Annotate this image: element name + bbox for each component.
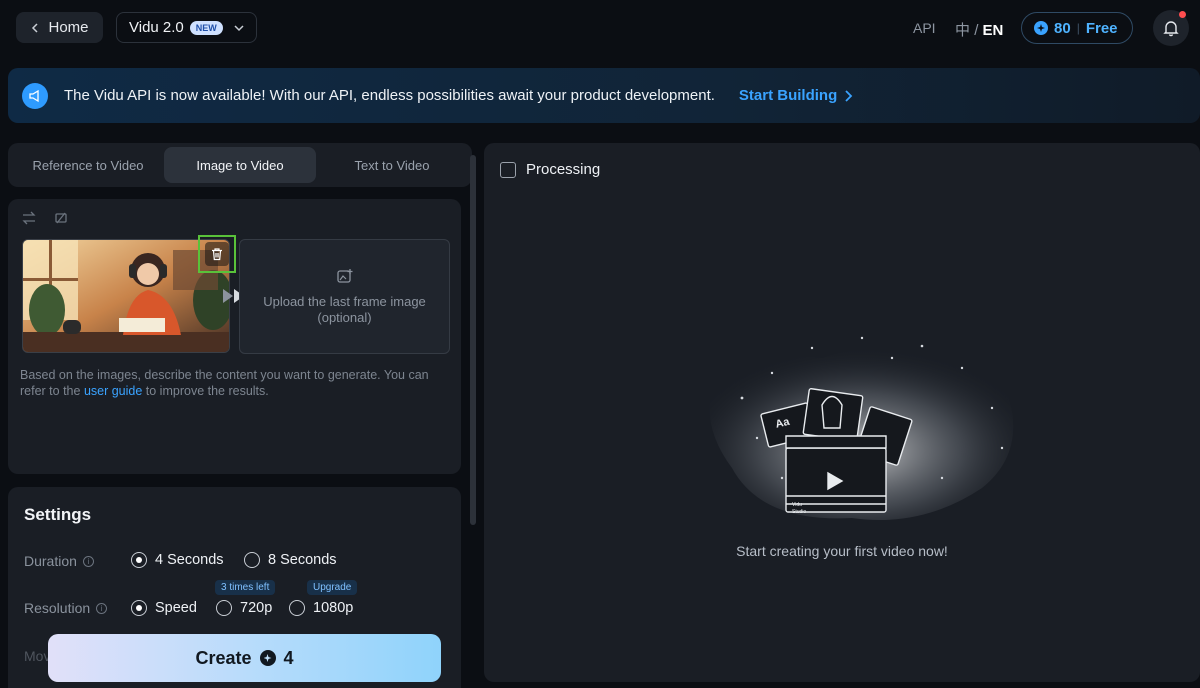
radio-selected-icon	[131, 600, 147, 616]
last-frame-line-1: Upload the last frame image	[263, 293, 426, 309]
banner-message: The Vidu API is now available! With our …	[64, 87, 715, 104]
bell-icon	[1163, 21, 1179, 37]
hint-after: to improve the results.	[142, 384, 269, 398]
movement-label: Mov	[24, 648, 51, 664]
processing-filter[interactable]: Processing	[500, 161, 600, 178]
credit-coin-icon	[1034, 21, 1048, 35]
home-button[interactable]: Home	[16, 12, 103, 43]
radio-icon	[244, 552, 260, 568]
resolution-720p-option[interactable]: 720p	[216, 600, 272, 616]
chevron-down-icon	[234, 25, 244, 32]
create-button[interactable]: Create 4	[48, 634, 441, 682]
illus-brand-line-1: Vidu	[792, 502, 802, 508]
info-icon[interactable]: i	[82, 555, 94, 567]
user-guide-link[interactable]: user guide	[84, 384, 142, 398]
plan-label: Free	[1085, 19, 1118, 37]
model-select[interactable]: Vidu 2.0 NEW	[116, 12, 257, 43]
lang-cn[interactable]: 中	[955, 22, 970, 39]
resolution-1080p-option[interactable]: 1080p	[289, 600, 353, 616]
radio-selected-icon	[131, 552, 147, 568]
duration-4s-label: 4 Seconds	[155, 552, 224, 568]
top-bar: Home Vidu 2.0 NEW API 中 / EN 80 | Free	[0, 0, 1200, 56]
api-link[interactable]: API	[913, 20, 936, 36]
lang-separator: /	[974, 22, 979, 39]
tab-text-to-video[interactable]: Text to Video	[316, 147, 468, 183]
duration-label-text: Duration	[24, 553, 77, 569]
chevron-left-icon	[32, 22, 39, 33]
duration-4s-option[interactable]: 4 Seconds	[131, 552, 224, 568]
new-badge: NEW	[189, 20, 223, 35]
mode-tabs: Reference to Video Image to Video Text t…	[8, 143, 472, 187]
crop-icon[interactable]	[54, 211, 68, 225]
processing-checkbox[interactable]	[500, 161, 516, 178]
lang-en[interactable]: EN	[983, 22, 1004, 39]
resolution-speed-option[interactable]: Speed	[131, 600, 197, 616]
tab-reference-to-video[interactable]: Reference to Video	[12, 147, 164, 183]
create-cost: 4	[283, 647, 294, 668]
radio-icon	[216, 600, 232, 616]
delete-image-button[interactable]	[198, 235, 236, 273]
prompt-hint[interactable]: Based on the images, describe the conten…	[20, 367, 445, 399]
empty-state-illustration: Aa Vidu Studio	[709, 336, 1014, 520]
processing-label: Processing	[526, 161, 601, 178]
add-image-icon	[336, 268, 352, 283]
resolution-label-text: Resolution	[24, 600, 91, 616]
last-frame-line-2: (optional)	[317, 309, 372, 325]
language-switch[interactable]: 中 / EN	[955, 19, 1003, 40]
notification-dot	[1179, 11, 1186, 18]
credit-coin-icon	[259, 650, 276, 666]
megaphone-icon	[22, 82, 48, 109]
duration-8s-label: 8 Seconds	[268, 552, 337, 568]
start-building-link[interactable]: Start Building	[739, 87, 853, 104]
left-scrollbar[interactable]	[470, 155, 476, 525]
trash-icon	[205, 242, 229, 266]
notifications-button[interactable]	[1153, 10, 1189, 46]
credits-value: 80	[1054, 19, 1071, 37]
tab-image-to-video[interactable]: Image to Video	[164, 147, 316, 183]
times-left-chip: 3 times left	[215, 580, 276, 595]
last-frame-upload[interactable]: Upload the last frame image (optional)	[239, 239, 450, 354]
results-panel: Processing Aa Vidu Studio Start creating…	[484, 143, 1200, 682]
resolution-speed-label: Speed	[155, 600, 197, 616]
swap-icon[interactable]	[22, 211, 36, 225]
upload-card: Upload the last frame image (optional) B…	[8, 199, 461, 474]
duration-8s-option[interactable]: 8 Seconds	[244, 552, 337, 568]
upload-tools	[22, 211, 68, 225]
model-name: Vidu 2.0	[129, 19, 184, 36]
illus-brand-line-2: Studio	[792, 509, 806, 515]
credits-button[interactable]: 80 | Free	[1021, 12, 1133, 44]
radio-icon	[289, 600, 305, 616]
info-icon[interactable]: i	[96, 602, 108, 614]
start-building-label: Start Building	[738, 87, 838, 104]
settings-title: Settings	[24, 505, 92, 524]
resolution-720p-label: 720p	[240, 600, 273, 616]
last-frame-text: Upload the last frame image (optional)	[263, 294, 426, 326]
credits-separator: |	[1076, 21, 1080, 35]
create-label: Create	[195, 647, 252, 668]
resolution-1080p-label: 1080p	[313, 600, 354, 616]
home-label: Home	[48, 19, 89, 36]
upgrade-chip[interactable]: Upgrade	[307, 580, 358, 595]
resolution-label: Resolution i	[24, 600, 108, 616]
duration-label: Duration i	[24, 553, 94, 569]
chevron-right-icon	[845, 89, 853, 102]
empty-state-message: Start creating your first video now!	[736, 543, 948, 559]
announcement-banner: The Vidu API is now available! With our …	[8, 68, 1200, 123]
